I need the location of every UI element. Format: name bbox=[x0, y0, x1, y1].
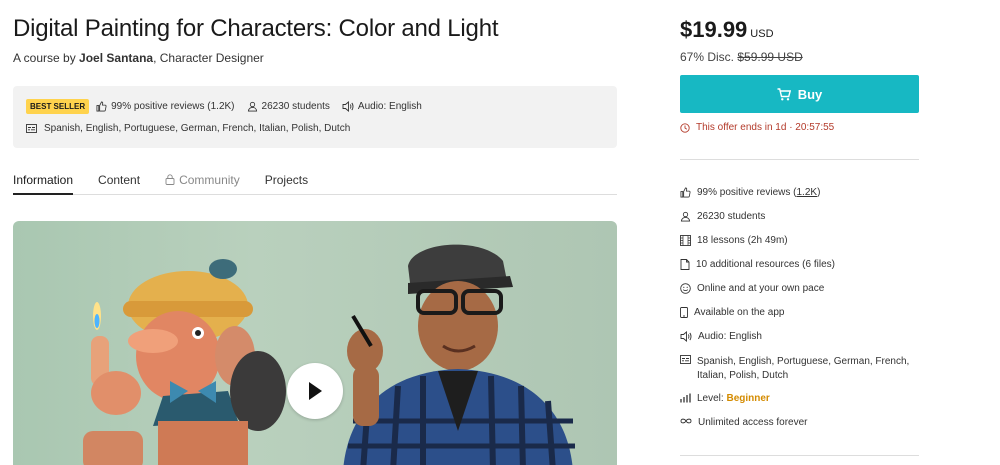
meta-subtitles: Spanish, English, Portuguese, German, Fr… bbox=[26, 123, 350, 134]
author-name[interactable]: Joel Santana bbox=[79, 51, 153, 65]
feature-reviews-prefix: 99% positive reviews ( bbox=[697, 187, 797, 198]
tab-information[interactable]: Information bbox=[13, 168, 74, 195]
feature-resources: 10 additional resources (6 files) bbox=[680, 259, 919, 270]
original-price: $59.99 USD bbox=[737, 50, 803, 64]
meta-subtitles-text: Spanish, English, Portuguese, German, Fr… bbox=[44, 123, 351, 134]
speaker-icon bbox=[342, 101, 354, 112]
feature-online-text: Online and at your own pace bbox=[697, 283, 825, 294]
feature-resources-text: 10 additional resources (6 files) bbox=[696, 259, 835, 270]
phone-icon bbox=[680, 307, 688, 318]
tab-projects[interactable]: Projects bbox=[265, 168, 308, 195]
price: $19.99 USD bbox=[680, 17, 774, 43]
feature-subtitles-line1: Spanish, English, Portuguese, German, Fr… bbox=[697, 356, 910, 367]
course-tabs: Information Content Community Projects bbox=[13, 168, 617, 195]
course-byline: A course by Joel Santana, Character Desi… bbox=[13, 51, 264, 65]
course-meta-box: BEST SELLER 99% positive reviews (1.2K) … bbox=[13, 86, 617, 148]
feature-online: Online and at your own pace bbox=[680, 283, 919, 294]
bar-chart-icon bbox=[680, 393, 691, 403]
thumbs-up-icon bbox=[680, 187, 691, 198]
offer-text: This offer ends in 1d · 20:57:55 bbox=[696, 122, 835, 133]
meta-audio-text: Audio: English bbox=[357, 101, 422, 112]
smile-icon bbox=[680, 283, 691, 294]
feature-subtitles: Spanish, English, Portuguese, German, Fr… bbox=[680, 355, 919, 383]
tab-community[interactable]: Community bbox=[165, 168, 240, 195]
feature-access: Unlimited access forever bbox=[680, 417, 919, 428]
reviews-count-link[interactable]: 1.2K bbox=[796, 187, 817, 198]
play-icon bbox=[309, 382, 322, 400]
tab-community-label: Community bbox=[179, 173, 240, 187]
tab-content[interactable]: Content bbox=[98, 168, 140, 195]
buy-button[interactable]: Buy bbox=[680, 75, 919, 113]
author-role: , Character Designer bbox=[153, 51, 264, 65]
meta-students-text: 26230 students bbox=[261, 101, 330, 112]
level-value: Beginner bbox=[726, 393, 770, 404]
film-icon bbox=[680, 235, 691, 246]
user-icon bbox=[247, 101, 257, 112]
best-seller-badge: BEST SELLER bbox=[26, 99, 90, 114]
infinity-icon bbox=[680, 418, 692, 424]
feature-app-text: Available on the app bbox=[694, 307, 785, 318]
video-illustration bbox=[83, 244, 575, 465]
play-button[interactable] bbox=[287, 363, 343, 419]
offer-countdown: This offer ends in 1d · 20:57:55 bbox=[680, 122, 834, 133]
feature-level-prefix: Level: bbox=[697, 393, 727, 404]
feature-students-text: 26230 students bbox=[697, 211, 766, 222]
discount-label: 67% Disc. bbox=[680, 50, 735, 64]
price-currency: USD bbox=[750, 28, 774, 40]
thumbs-up-icon bbox=[96, 101, 107, 112]
speaker-icon bbox=[680, 331, 692, 342]
meta-reviews-text: 99% positive reviews (1.2K) bbox=[111, 101, 235, 112]
meta-reviews: 99% positive reviews (1.2K) bbox=[96, 101, 235, 112]
feature-audio-text: Audio: English bbox=[698, 331, 762, 342]
feature-subtitles-line2: Italian, Polish, Dutch bbox=[697, 370, 789, 381]
byline-prefix: A course by bbox=[13, 51, 80, 65]
subtitles-icon bbox=[26, 124, 37, 133]
subtitles-icon bbox=[680, 355, 691, 364]
course-title: Digital Painting for Characters: Color a… bbox=[13, 15, 499, 42]
divider bbox=[680, 455, 919, 456]
file-icon bbox=[680, 259, 690, 270]
buy-label: Buy bbox=[797, 86, 823, 102]
feature-level: Level: Beginner bbox=[680, 393, 919, 404]
user-icon bbox=[680, 211, 691, 222]
clock-icon bbox=[680, 122, 690, 133]
meta-students: 26230 students bbox=[247, 101, 330, 112]
feature-reviews-suffix: ) bbox=[817, 187, 821, 198]
feature-lessons-text: 18 lessons (2h 49m) bbox=[697, 235, 788, 246]
discount-line: 67% Disc. $59.99 USD bbox=[680, 50, 803, 64]
price-value: $19.99 bbox=[680, 17, 748, 42]
divider bbox=[680, 159, 919, 160]
feature-access-text: Unlimited access forever bbox=[698, 417, 808, 428]
feature-students: 26230 students bbox=[680, 211, 919, 222]
lock-icon bbox=[165, 174, 175, 185]
meta-audio: Audio: English bbox=[342, 101, 422, 112]
course-video-thumbnail[interactable] bbox=[13, 221, 617, 465]
feature-audio: Audio: English bbox=[680, 331, 919, 342]
feature-lessons: 18 lessons (2h 49m) bbox=[680, 235, 919, 246]
feature-reviews: 99% positive reviews (1.2K) bbox=[680, 187, 919, 198]
cart-icon bbox=[777, 87, 791, 100]
feature-app: Available on the app bbox=[680, 307, 919, 318]
